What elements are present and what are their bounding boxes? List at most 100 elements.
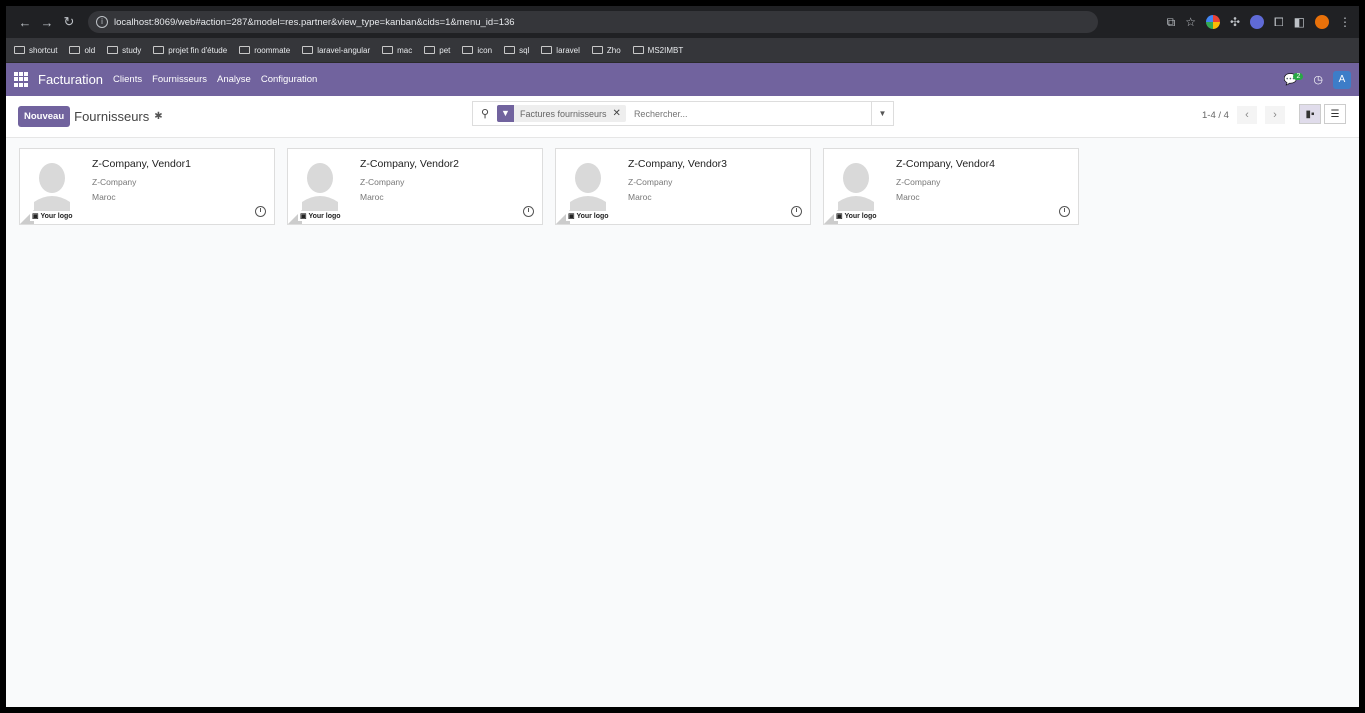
vendor-country: Maroc xyxy=(92,192,116,202)
site-info-icon[interactable]: i xyxy=(96,16,108,28)
search-input[interactable] xyxy=(633,108,871,119)
vendor-name: Z-Company, Vendor1 xyxy=(92,158,192,170)
company-logo-text: Your logo xyxy=(40,213,73,220)
browser-toolbar: ← → ↻ i localhost:8069/web#action=287&mo… xyxy=(6,6,1359,38)
company-logo-text: Your logo xyxy=(308,213,341,220)
activity-clock-icon[interactable] xyxy=(523,206,534,217)
avatar-placeholder-icon xyxy=(302,162,338,212)
sidepanel-icon[interactable]: ◧ xyxy=(1294,15,1305,29)
user-avatar[interactable]: A xyxy=(1333,70,1351,89)
bookmark-item[interactable]: shortcut xyxy=(14,46,57,55)
company-logo: ▣ Your logo xyxy=(566,211,611,221)
folder-icon xyxy=(153,46,165,54)
pager-next-icon[interactable]: › xyxy=(1264,106,1285,124)
url-text: localhost:8069/web#action=287&model=res.… xyxy=(114,16,515,28)
activity-clock-icon[interactable] xyxy=(255,206,266,217)
menu-analyse[interactable]: Analyse xyxy=(217,74,251,85)
bookmark-item[interactable]: Zho xyxy=(591,46,621,55)
vendor-company: Z-Company xyxy=(92,177,137,187)
app-name[interactable]: Facturation xyxy=(38,72,103,87)
bookmarks-bar: shortcut old study projet fin d'étude ro… xyxy=(6,38,1359,63)
remove-facet-icon[interactable]: ✕ xyxy=(613,108,621,119)
extension-badge-icon[interactable] xyxy=(1250,15,1265,29)
pager: 1-4 / 4 ‹ › xyxy=(1202,106,1285,124)
search-icon[interactable]: ⚲ xyxy=(473,107,497,120)
folder-icon xyxy=(107,46,119,54)
extension-icon[interactable]: ✣ xyxy=(1230,15,1240,29)
vendor-company: Z-Company xyxy=(628,177,673,187)
kanban-record[interactable]: Z-Company, Vendor4 Z-Company Maroc ▣ You… xyxy=(823,148,1079,225)
new-button[interactable]: Nouveau xyxy=(18,106,71,127)
avatar-placeholder-icon xyxy=(838,162,874,212)
menu-configuration[interactable]: Configuration xyxy=(261,74,318,85)
menu-fournisseurs[interactable]: Fournisseurs xyxy=(152,74,207,85)
list-view-icon[interactable]: ☰ xyxy=(1324,104,1346,124)
bookmark-item[interactable]: projet fin d'étude xyxy=(153,46,227,55)
company-logo: ▣ Your logo xyxy=(298,211,343,221)
kanban-record[interactable]: Z-Company, Vendor3 Z-Company Maroc ▣ You… xyxy=(555,148,811,225)
back-icon[interactable]: ← xyxy=(14,15,36,30)
reload-icon[interactable]: ↻ xyxy=(58,14,80,30)
activity-clock-icon[interactable] xyxy=(1059,206,1070,217)
bookmark-item[interactable]: pet xyxy=(424,46,450,55)
address-bar[interactable]: i localhost:8069/web#action=287&model=re… xyxy=(88,11,1098,33)
filter-icon: ▼ xyxy=(497,105,514,122)
forward-icon[interactable]: → xyxy=(36,15,58,30)
view-switcher: ▮▪ ☰ xyxy=(1299,104,1346,124)
pager-previous-icon[interactable]: ‹ xyxy=(1236,106,1257,124)
bookmark-item[interactable]: mac xyxy=(382,46,412,55)
pager-value[interactable]: 1-4 / 4 xyxy=(1202,110,1229,121)
folder-icon xyxy=(632,46,644,54)
kanban-record[interactable]: Z-Company, Vendor2 Z-Company Maroc ▣ You… xyxy=(287,148,543,225)
message-count-badge: 2 xyxy=(1293,73,1304,80)
bookmark-item[interactable]: MS2IMBT xyxy=(632,46,683,55)
company-logo: ▣ Your logo xyxy=(30,211,75,221)
kanban-view-icon[interactable]: ▮▪ xyxy=(1299,104,1321,124)
browser-actions: ⧉ ☆ ✣ ⧠ ◧ ⋮ xyxy=(1167,15,1351,30)
folder-icon xyxy=(302,46,314,54)
avatar-placeholder-icon xyxy=(570,162,606,212)
activity-clock-icon[interactable]: ◷ xyxy=(1313,73,1323,86)
bookmark-star-icon[interactable]: ☆ xyxy=(1185,15,1196,29)
bookmark-item[interactable]: sql xyxy=(504,46,529,55)
kebab-menu-icon[interactable]: ⋮ xyxy=(1339,15,1351,29)
folder-icon xyxy=(69,46,81,54)
facet-label: Factures fournisseurs xyxy=(520,108,607,119)
profile-avatar-icon[interactable] xyxy=(1315,15,1329,29)
menu-clients[interactable]: Clients xyxy=(113,74,142,85)
search-facet: ▼ Factures fournisseurs ✕ xyxy=(497,105,626,122)
kanban-record[interactable]: Z-Company, Vendor1 Z-Company Maroc ▣ You… xyxy=(19,148,275,225)
vendor-name: Z-Company, Vendor3 xyxy=(628,158,728,170)
vendor-country: Maroc xyxy=(896,192,920,202)
company-logo-text: Your logo xyxy=(576,213,609,220)
avatar-placeholder-icon xyxy=(34,162,70,212)
activity-clock-icon[interactable] xyxy=(791,206,802,217)
install-icon[interactable]: ⧉ xyxy=(1167,15,1176,30)
folder-icon xyxy=(14,46,25,54)
extensions-puzzle-icon[interactable]: ⧠ xyxy=(1274,15,1284,30)
folder-icon xyxy=(504,46,516,54)
bookmark-item[interactable]: study xyxy=(107,46,141,55)
bookmark-item[interactable]: roommate xyxy=(239,46,290,55)
bookmark-item[interactable]: icon xyxy=(462,46,492,55)
vendor-country: Maroc xyxy=(628,192,652,202)
company-logo: ▣ Your logo xyxy=(834,211,879,221)
gear-icon[interactable]: ✱ xyxy=(154,111,162,122)
messaging-icon[interactable]: 💬2 xyxy=(1284,73,1304,86)
extension-color-icon[interactable] xyxy=(1205,15,1220,29)
vendor-company: Z-Company xyxy=(360,177,405,187)
vendor-name: Z-Company, Vendor4 xyxy=(896,158,996,170)
folder-icon xyxy=(382,46,394,54)
vendor-name: Z-Company, Vendor2 xyxy=(360,158,460,170)
vendor-country: Maroc xyxy=(360,192,384,202)
company-logo-text: Your logo xyxy=(844,213,877,220)
bookmark-item[interactable]: old xyxy=(69,46,95,55)
navbar-systray: 💬2 ◷ A xyxy=(1284,70,1351,89)
bookmark-item[interactable]: laravel-angular xyxy=(302,46,370,55)
bookmark-item[interactable]: laravel xyxy=(541,46,580,55)
search-options-dropdown-icon[interactable]: ▼ xyxy=(871,102,893,125)
vendor-company: Z-Company xyxy=(896,177,941,187)
apps-grid-icon[interactable] xyxy=(14,71,30,88)
browser-window: ← → ↻ i localhost:8069/web#action=287&mo… xyxy=(6,6,1359,707)
main-navbar: Facturation Clients Fournisseurs Analyse… xyxy=(6,63,1359,96)
